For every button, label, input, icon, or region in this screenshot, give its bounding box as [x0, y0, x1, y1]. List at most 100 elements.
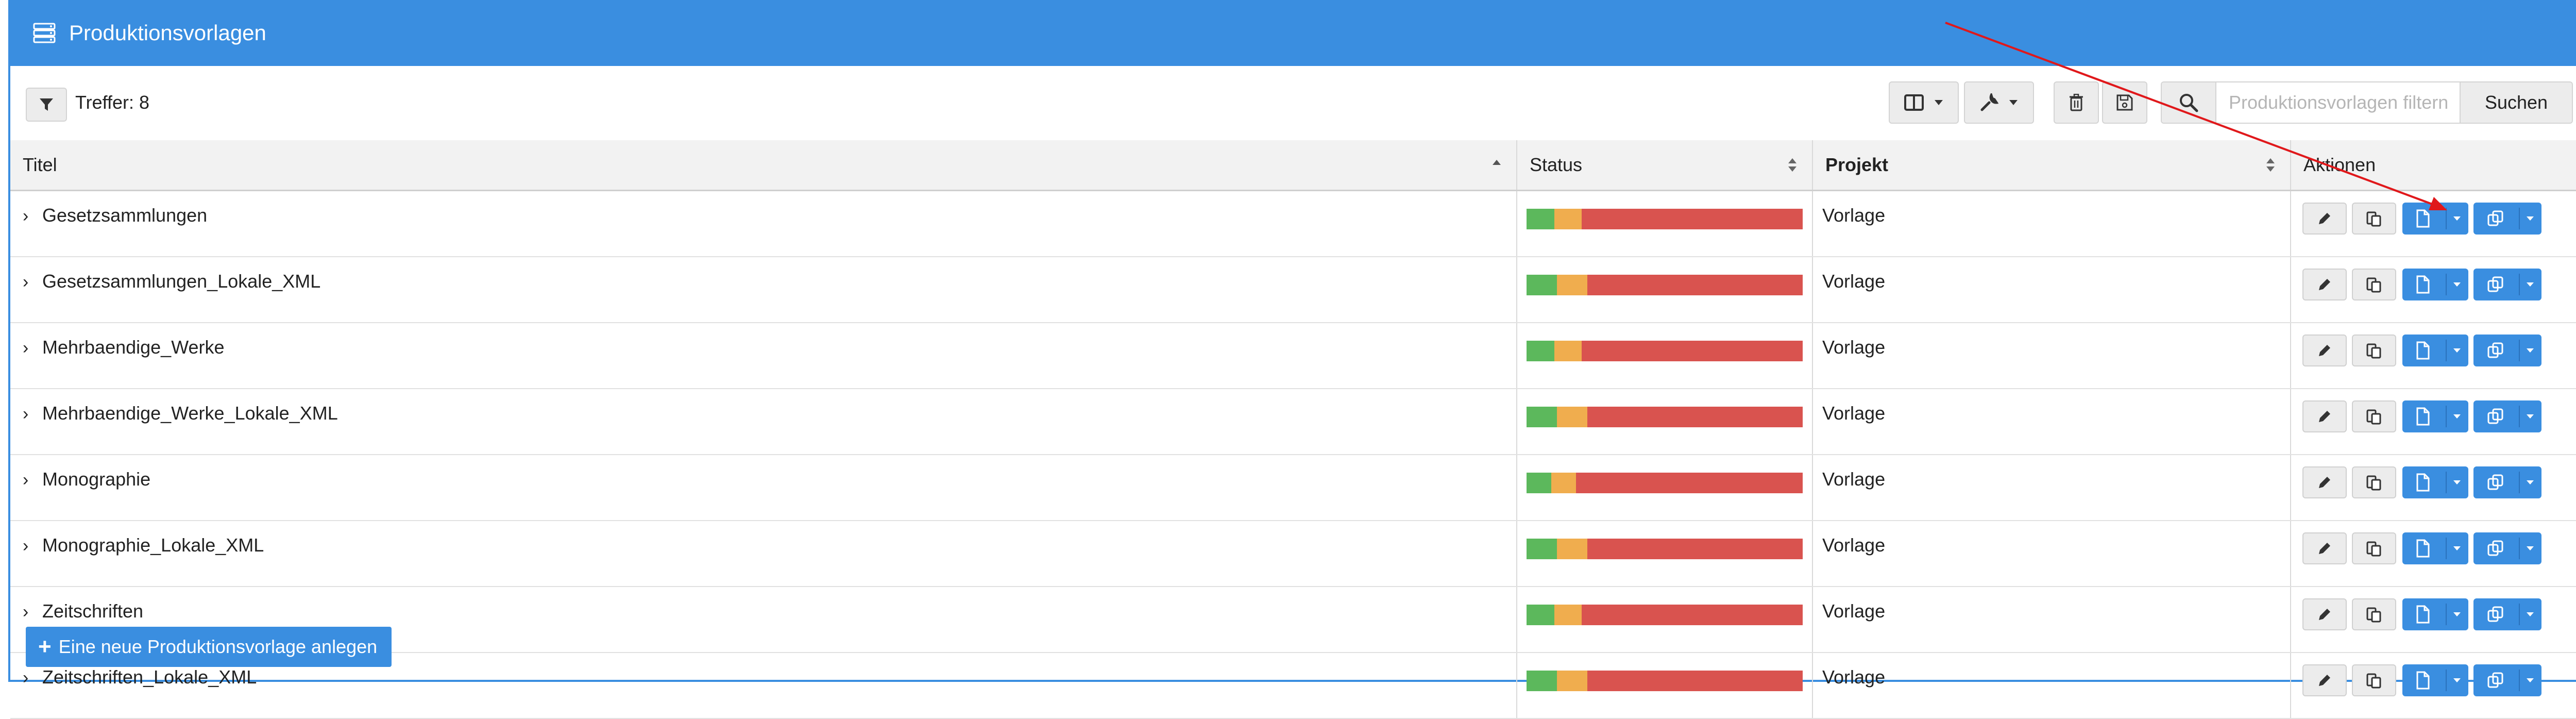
duplicate-button[interactable] — [2352, 532, 2396, 564]
caret-down-icon[interactable] — [2526, 480, 2534, 485]
status-bar-yellow — [1556, 407, 1587, 427]
row-title: Gesetzsammlungen — [42, 205, 208, 226]
caret-down-icon[interactable] — [2453, 348, 2461, 353]
caret-down-icon[interactable] — [2453, 480, 2461, 485]
chevron-right-icon[interactable]: › — [23, 668, 37, 688]
copy-dropdown-button[interactable] — [2473, 400, 2541, 432]
row-project: Vorlage — [1822, 403, 1886, 424]
file-icon — [2416, 341, 2430, 360]
filter-button[interactable] — [26, 88, 67, 122]
table-row[interactable]: › Mehrbaendige_Werke_Lokale_XML Vorlage — [10, 389, 2576, 455]
create-process-button[interactable] — [2402, 532, 2468, 564]
copy-dropdown-button[interactable] — [2473, 598, 2541, 630]
column-header-title[interactable]: Titel — [10, 140, 1517, 191]
filter-search-input[interactable] — [2216, 82, 2460, 123]
caret-down-icon[interactable] — [2453, 612, 2461, 617]
caret-down-icon[interactable] — [2453, 678, 2461, 683]
duplicate-button[interactable] — [2352, 466, 2396, 498]
copy-icon — [2487, 342, 2503, 358]
chevron-right-icon[interactable]: › — [23, 404, 37, 424]
actions-cell — [2291, 257, 2576, 323]
table-row[interactable]: › Monographie_Lokale_XML Vorlage — [10, 521, 2576, 587]
column-header-status[interactable]: Status — [1517, 140, 1813, 191]
status-bar-green — [1527, 605, 1554, 625]
status-bar-red — [1582, 605, 1803, 625]
title-cell[interactable]: › Monographie_Lokale_XML — [10, 521, 1517, 587]
caret-down-icon[interactable] — [2526, 282, 2534, 287]
copy-dropdown-button[interactable] — [2473, 532, 2541, 564]
edit-button[interactable] — [2302, 598, 2347, 630]
chevron-right-icon[interactable]: › — [23, 338, 37, 358]
caret-down-icon[interactable] — [2453, 282, 2461, 287]
edit-button[interactable] — [2302, 664, 2347, 696]
columns-dropdown-button[interactable] — [1889, 81, 1959, 124]
create-process-button[interactable] — [2402, 598, 2468, 630]
duplicate-button[interactable] — [2352, 598, 2396, 630]
row-title: Monographie — [42, 469, 151, 490]
edit-button[interactable] — [2302, 335, 2347, 366]
create-process-button[interactable] — [2402, 664, 2468, 696]
create-process-button[interactable] — [2402, 335, 2468, 366]
search-button[interactable]: Suchen — [2460, 82, 2572, 123]
create-process-button[interactable] — [2402, 269, 2468, 300]
create-process-button[interactable] — [2402, 400, 2468, 432]
pencil-icon — [2319, 411, 2330, 422]
column-header-project[interactable]: Projekt — [1812, 140, 2291, 191]
duplicate-button[interactable] — [2352, 400, 2396, 432]
title-cell[interactable]: › Mehrbaendige_Werke — [10, 323, 1517, 389]
copy-dropdown-button[interactable] — [2473, 203, 2541, 235]
caret-down-icon[interactable] — [2526, 612, 2534, 617]
title-cell[interactable]: › Gesetzsammlungen — [10, 190, 1517, 257]
delete-button[interactable] — [2054, 81, 2099, 124]
copy-dropdown-button[interactable] — [2473, 335, 2541, 366]
chevron-right-icon[interactable]: › — [23, 602, 37, 622]
actions-cell — [2291, 653, 2576, 719]
create-process-button[interactable] — [2402, 466, 2468, 498]
duplicate-button[interactable] — [2352, 203, 2396, 235]
caret-down-icon[interactable] — [2526, 216, 2534, 221]
edit-button[interactable] — [2302, 532, 2347, 564]
column-header-label: Status — [1530, 154, 1583, 175]
title-cell[interactable]: › Monographie — [10, 455, 1517, 521]
duplicate-button[interactable] — [2352, 664, 2396, 696]
chevron-right-icon[interactable]: › — [23, 272, 37, 292]
edit-button[interactable] — [2302, 466, 2347, 498]
caret-down-icon[interactable] — [2526, 348, 2534, 353]
tools-dropdown-button[interactable] — [1964, 81, 2034, 124]
duplicate-button[interactable] — [2352, 335, 2396, 366]
copy-dropdown-button[interactable] — [2473, 466, 2541, 498]
row-project: Vorlage — [1822, 205, 1886, 226]
table-row[interactable]: › Zeitschriften Vorlage — [10, 587, 2576, 653]
edit-button[interactable] — [2302, 203, 2347, 235]
table-row[interactable]: › Gesetzsammlungen_Lokale_XML Vorlage — [10, 257, 2576, 323]
caret-down-icon[interactable] — [2453, 216, 2461, 221]
chevron-right-icon[interactable]: › — [23, 536, 37, 556]
caret-down-icon[interactable] — [2526, 678, 2534, 683]
status-bar-green — [1527, 407, 1557, 427]
button-divider — [2519, 604, 2520, 625]
caret-down-icon[interactable] — [2453, 546, 2461, 551]
save-button[interactable] — [2102, 81, 2147, 124]
create-process-button[interactable] — [2402, 203, 2468, 235]
add-template-button[interactable]: + Eine neue Produktionsvorlage anlegen — [26, 627, 392, 667]
copy-dropdown-button[interactable] — [2473, 664, 2541, 696]
edit-button[interactable] — [2302, 269, 2347, 300]
status-progress-bar — [1527, 407, 1803, 427]
edit-button[interactable] — [2302, 400, 2347, 432]
table-row[interactable]: › Zeitschriften_Lokale_XML Vorlage — [10, 653, 2576, 719]
caret-down-icon[interactable] — [2526, 546, 2534, 551]
caret-down-icon[interactable] — [2526, 414, 2534, 419]
chevron-right-icon[interactable]: › — [23, 206, 37, 226]
duplicate-button[interactable] — [2352, 269, 2396, 300]
row-project: Vorlage — [1822, 271, 1886, 292]
table-row[interactable]: › Gesetzsammlungen Vorlage — [10, 190, 2576, 257]
chevron-right-icon[interactable]: › — [23, 470, 37, 490]
copy-dropdown-button[interactable] — [2473, 269, 2541, 300]
table-row[interactable]: › Monographie Vorlage — [10, 455, 2576, 521]
status-progress-bar — [1527, 539, 1803, 559]
table-row[interactable]: › Mehrbaendige_Werke Vorlage — [10, 323, 2576, 389]
caret-down-icon[interactable] — [2453, 414, 2461, 419]
title-cell[interactable]: › Mehrbaendige_Werke_Lokale_XML — [10, 389, 1517, 455]
sort-icon — [2266, 158, 2275, 172]
title-cell[interactable]: › Gesetzsammlungen_Lokale_XML — [10, 257, 1517, 323]
